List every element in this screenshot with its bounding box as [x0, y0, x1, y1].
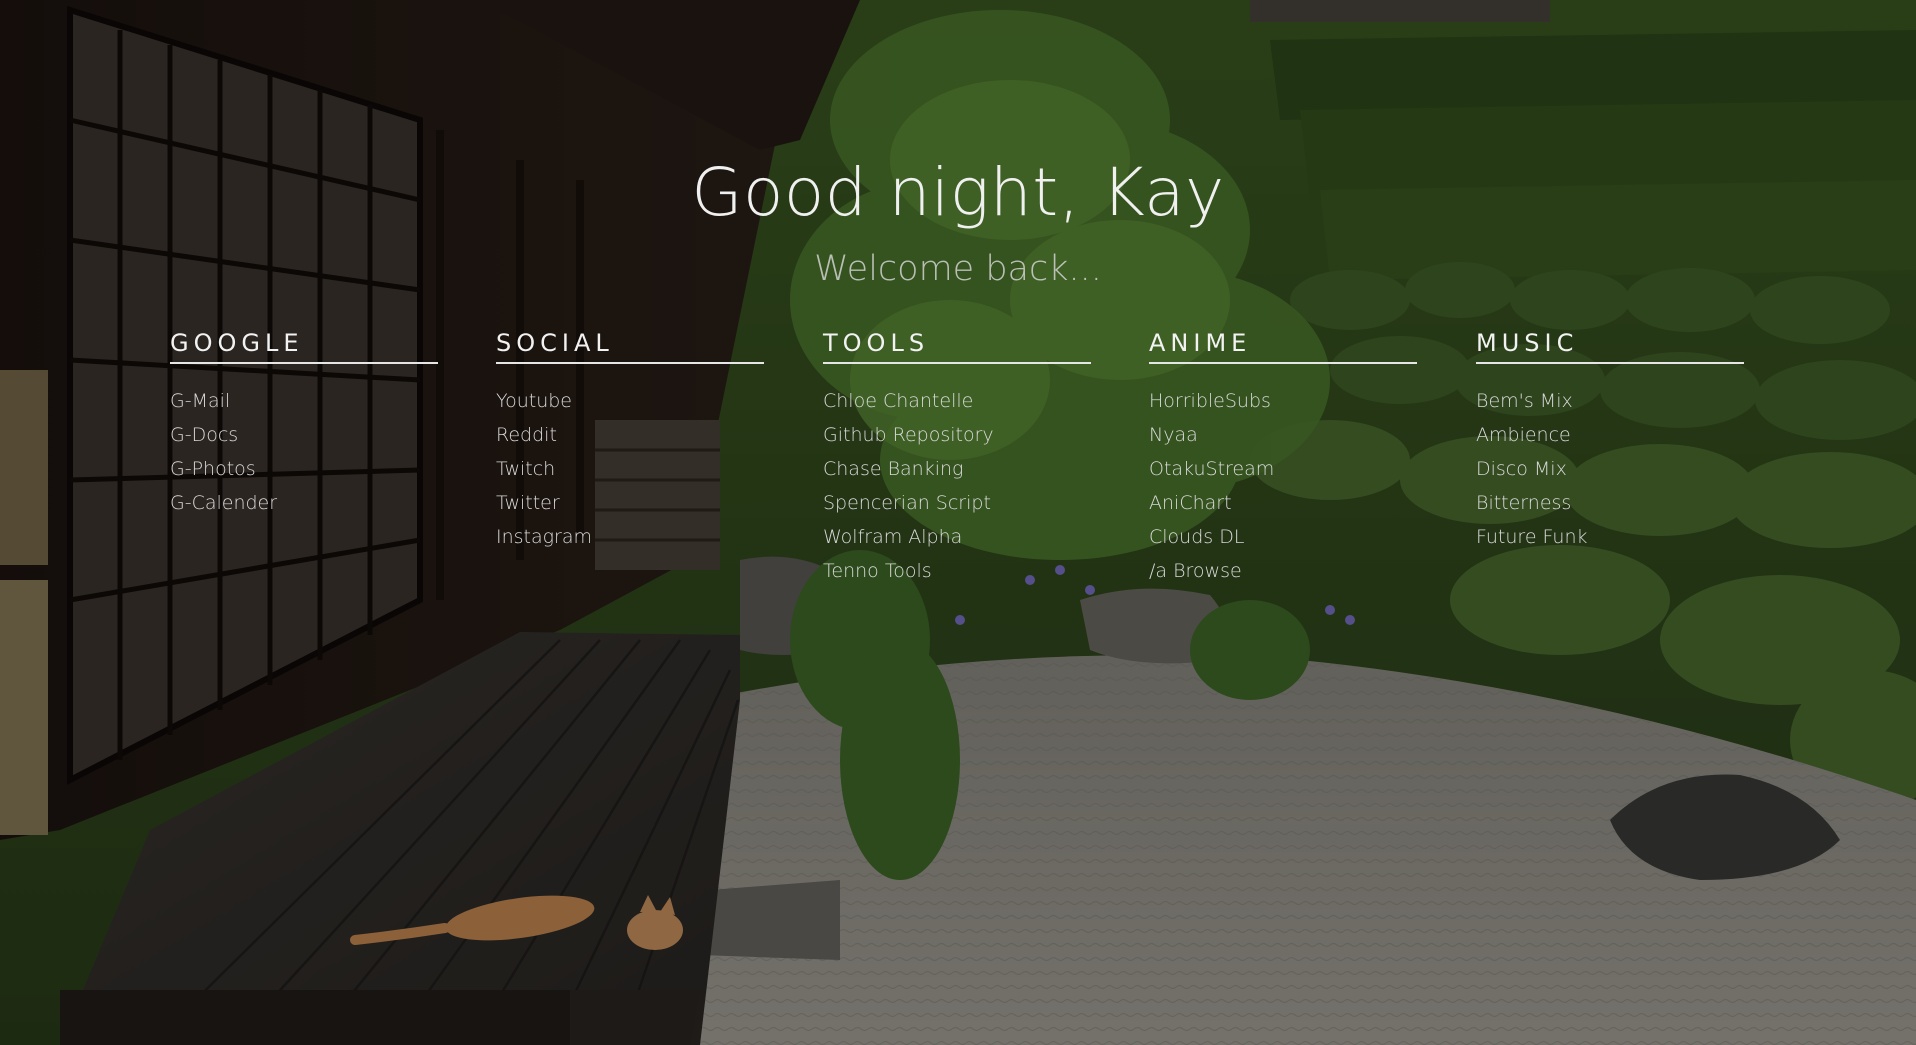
greeting-title: Good night, Kay: [691, 154, 1225, 231]
link-horriblesubs[interactable]: HorribleSubs: [1149, 384, 1417, 418]
link-clouds-dl[interactable]: Clouds DL: [1149, 520, 1417, 554]
link-list: G-Mail G-Docs G-Photos G-Calender: [170, 384, 438, 520]
link-tenno-tools[interactable]: Tenno Tools: [823, 554, 1091, 588]
column-social: SOCIAL Youtube Reddit Twitch Twitter Ins…: [496, 330, 764, 554]
welcome-subtitle: Welcome back...: [814, 249, 1102, 289]
column-music: MUSIC Bem's Mix Ambience Disco Mix Bitte…: [1476, 330, 1744, 554]
link-columns: GOOGLE G-Mail G-Docs G-Photos G-Calender…: [170, 330, 1746, 611]
link-gdocs[interactable]: G-Docs: [170, 418, 438, 452]
link-list: Bem's Mix Ambience Disco Mix Bitterness …: [1476, 384, 1744, 554]
link-github-repository[interactable]: Github Repository: [823, 418, 1091, 452]
link-list: Youtube Reddit Twitch Twitter Instagram: [496, 384, 764, 554]
link-youtube[interactable]: Youtube: [496, 384, 764, 418]
link-otakustream[interactable]: OtakuStream: [1149, 452, 1417, 486]
link-a-browse[interactable]: /a Browse: [1149, 554, 1417, 588]
link-twitter[interactable]: Twitter: [496, 486, 764, 520]
column-heading: MUSIC: [1476, 330, 1744, 365]
link-future-funk[interactable]: Future Funk: [1476, 520, 1744, 554]
column-anime: ANIME HorribleSubs Nyaa OtakuStream AniC…: [1149, 330, 1417, 588]
link-anichart[interactable]: AniChart: [1149, 486, 1417, 520]
link-disco-mix[interactable]: Disco Mix: [1476, 452, 1744, 486]
link-chloe-chantelle[interactable]: Chloe Chantelle: [823, 384, 1091, 418]
link-spencerian-script[interactable]: Spencerian Script: [823, 486, 1091, 520]
column-heading: ANIME: [1149, 330, 1417, 365]
link-instagram[interactable]: Instagram: [496, 520, 764, 554]
link-bitterness[interactable]: Bitterness: [1476, 486, 1744, 520]
link-twitch[interactable]: Twitch: [496, 452, 764, 486]
link-nyaa[interactable]: Nyaa: [1149, 418, 1417, 452]
column-heading: SOCIAL: [496, 330, 764, 365]
link-ambience[interactable]: Ambience: [1476, 418, 1744, 452]
link-gmail[interactable]: G-Mail: [170, 384, 438, 418]
link-wolfram-alpha[interactable]: Wolfram Alpha: [823, 520, 1091, 554]
column-google: GOOGLE G-Mail G-Docs G-Photos G-Calender: [170, 330, 438, 520]
link-list: Chloe Chantelle Github Repository Chase …: [823, 384, 1091, 588]
link-chase-banking[interactable]: Chase Banking: [823, 452, 1091, 486]
link-bems-mix[interactable]: Bem's Mix: [1476, 384, 1744, 418]
column-heading: GOOGLE: [170, 330, 438, 365]
link-list: HorribleSubs Nyaa OtakuStream AniChart C…: [1149, 384, 1417, 588]
link-gcalender[interactable]: G-Calender: [170, 486, 438, 520]
column-heading: TOOLS: [823, 330, 1091, 365]
link-reddit[interactable]: Reddit: [496, 418, 764, 452]
column-tools: TOOLS Chloe Chantelle Github Repository …: [823, 330, 1091, 588]
start-page: Good night, Kay Welcome back... GOOGLE G…: [0, 0, 1916, 1045]
link-gphotos[interactable]: G-Photos: [170, 452, 438, 486]
